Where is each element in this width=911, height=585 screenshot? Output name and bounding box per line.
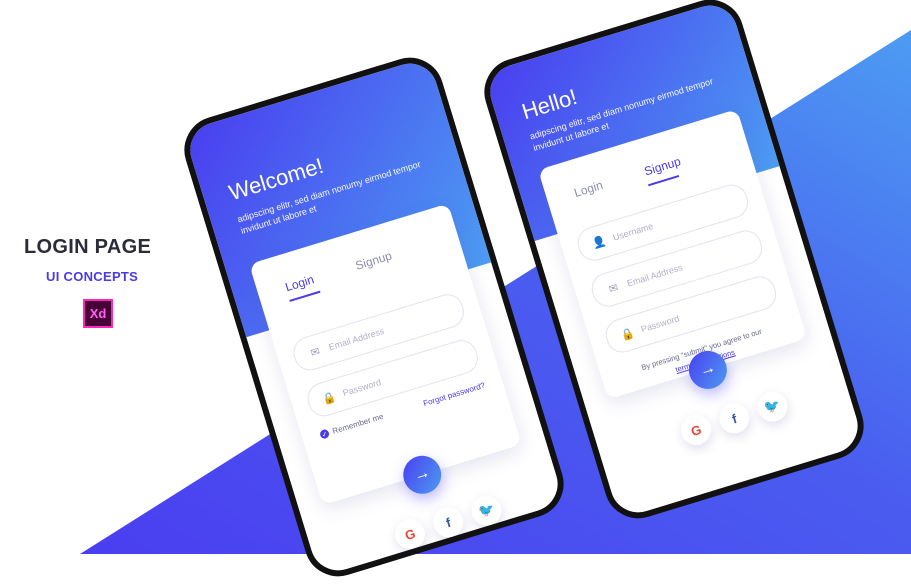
twitter-icon: 🐦 [762, 396, 783, 416]
branding-title: LOGIN PAGE [24, 236, 152, 258]
google-signup-button[interactable]: G [677, 411, 715, 449]
user-icon: 👤 [591, 234, 608, 251]
facebook-icon: f [729, 410, 739, 427]
arrow-right-icon: → [411, 463, 433, 485]
email-field-placeholder: Email Address [327, 325, 386, 353]
password-field-placeholder: Password [639, 313, 681, 335]
branding-block: LOGIN PAGE UI CONCEPTS [24, 236, 174, 284]
adobe-xd-logo: Xd [83, 299, 113, 328]
lock-icon: 🔒 [619, 326, 636, 343]
twitter-signup-button[interactable]: 🐦 [753, 387, 792, 426]
checkmark-icon: ✓ [318, 428, 331, 440]
tab-signup[interactable]: Signup [354, 249, 396, 281]
remember-me-checkbox[interactable]: ✓ Remember me [318, 411, 385, 440]
facebook-icon: f [443, 514, 453, 531]
mail-icon: ✉ [309, 345, 322, 360]
lock-icon: 🔒 [320, 390, 338, 406]
google-icon: G [402, 525, 418, 543]
username-field-placeholder: Username [611, 220, 655, 243]
twitter-icon: 🐦 [476, 500, 497, 520]
tab-login[interactable]: Login [283, 272, 318, 302]
google-icon: G [688, 421, 704, 439]
arrow-right-icon: → [697, 358, 718, 380]
tab-signup[interactable]: Signup [643, 154, 685, 186]
remember-me-label: Remember me [331, 411, 385, 436]
mail-icon: ✉ [607, 281, 620, 296]
signup-social-buttons: G f 🐦 [677, 387, 792, 449]
email-field-placeholder: Email Address [625, 262, 684, 289]
branding-subtitle: UI CONCEPTS [46, 269, 139, 284]
facebook-login-button[interactable]: f [429, 503, 467, 541]
facebook-signup-button[interactable]: f [715, 399, 753, 438]
password-field-placeholder: Password [341, 377, 383, 399]
tab-login[interactable]: Login [572, 178, 607, 208]
forgot-password-link[interactable]: Forgot password? [422, 381, 486, 408]
twitter-login-button[interactable]: 🐦 [467, 491, 506, 530]
google-login-button[interactable]: G [391, 515, 429, 553]
